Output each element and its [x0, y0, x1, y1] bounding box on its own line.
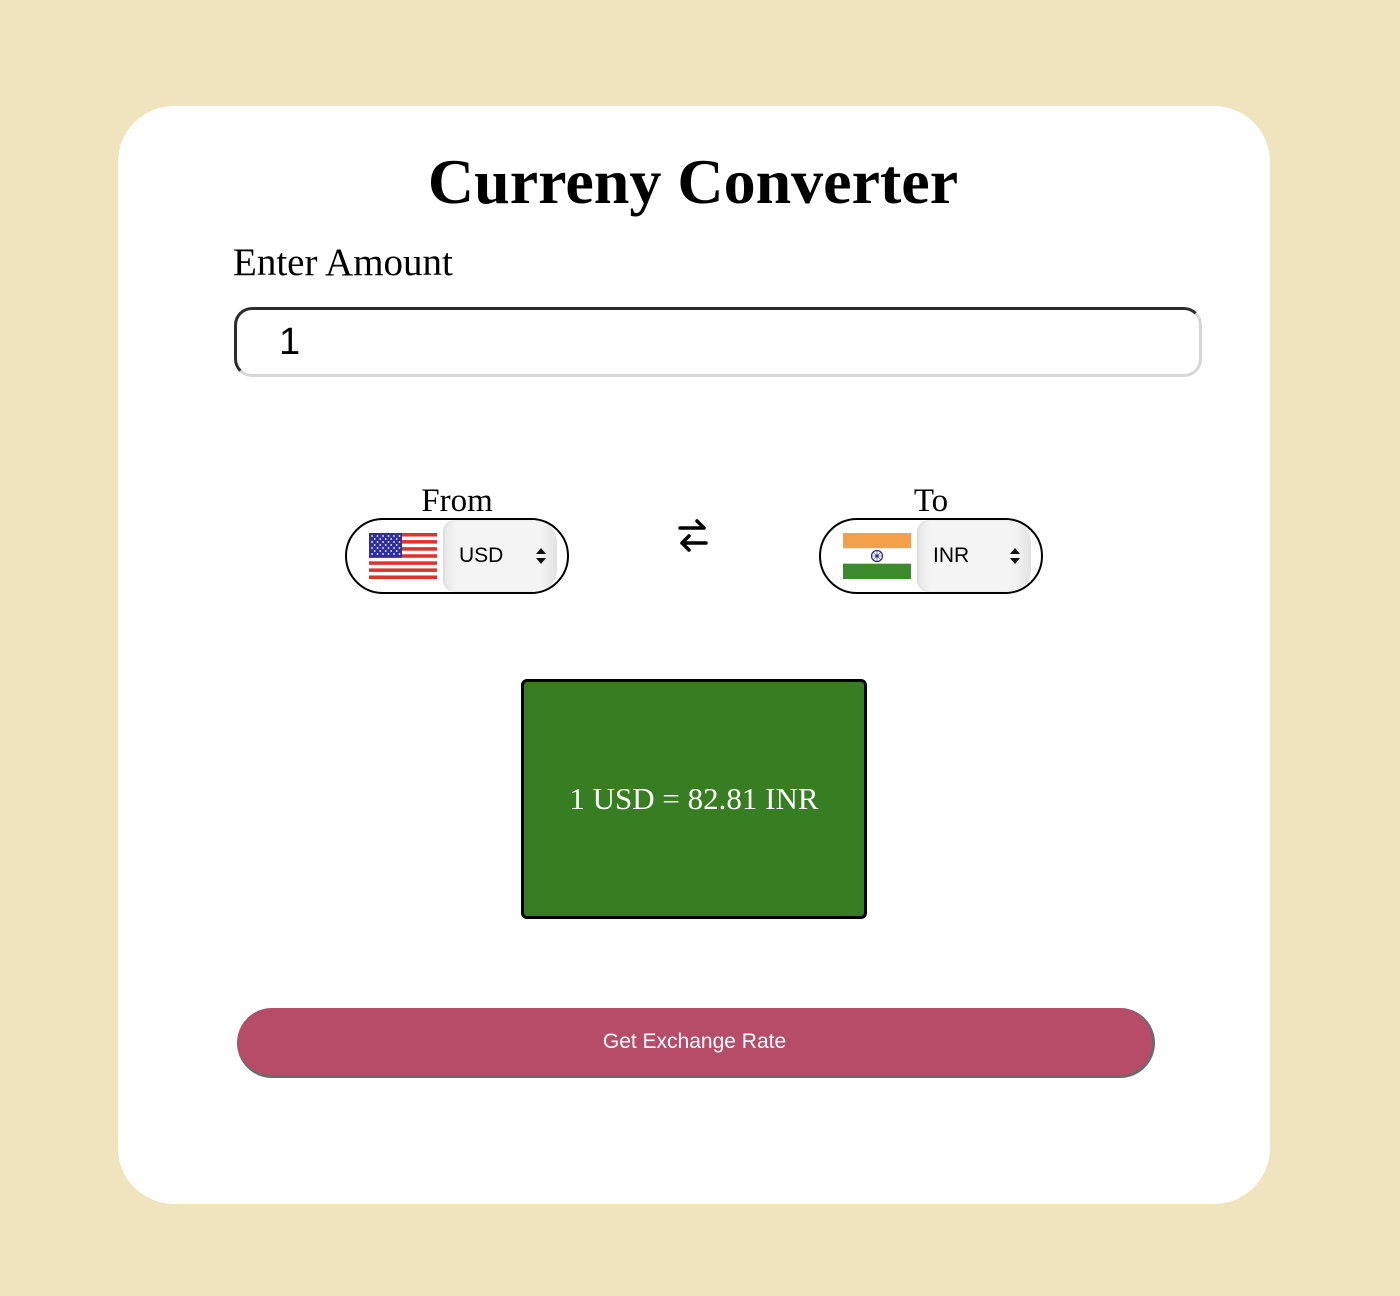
amount-label: Enter Amount	[233, 241, 453, 284]
exchange-result-box: 1 USD = 82.81 INR	[521, 679, 867, 919]
page-title: Curreny Converter	[427, 146, 959, 217]
to-currency-value: INR	[933, 544, 970, 567]
india-flag-icon	[843, 533, 911, 579]
get-exchange-rate-button[interactable]: Get Exchange Rate	[237, 1008, 1155, 1078]
from-currency-value: USD	[459, 544, 504, 567]
to-currency-select[interactable]: INR	[917, 520, 1031, 592]
to-label: To	[913, 483, 949, 519]
us-flag-icon	[369, 533, 437, 579]
exchange-result-text: 1 USD = 82.81 INR	[569, 781, 819, 816]
amount-input[interactable]	[234, 307, 1202, 377]
swap-arrows-icon[interactable]	[677, 516, 709, 556]
select-arrows-icon	[536, 548, 546, 564]
select-arrows-icon	[1010, 548, 1020, 564]
from-currency-select[interactable]: USD	[443, 520, 557, 592]
from-currency-select-container: USD	[345, 518, 569, 594]
to-currency-select-container: INR	[819, 518, 1043, 594]
from-label: From	[421, 483, 493, 519]
